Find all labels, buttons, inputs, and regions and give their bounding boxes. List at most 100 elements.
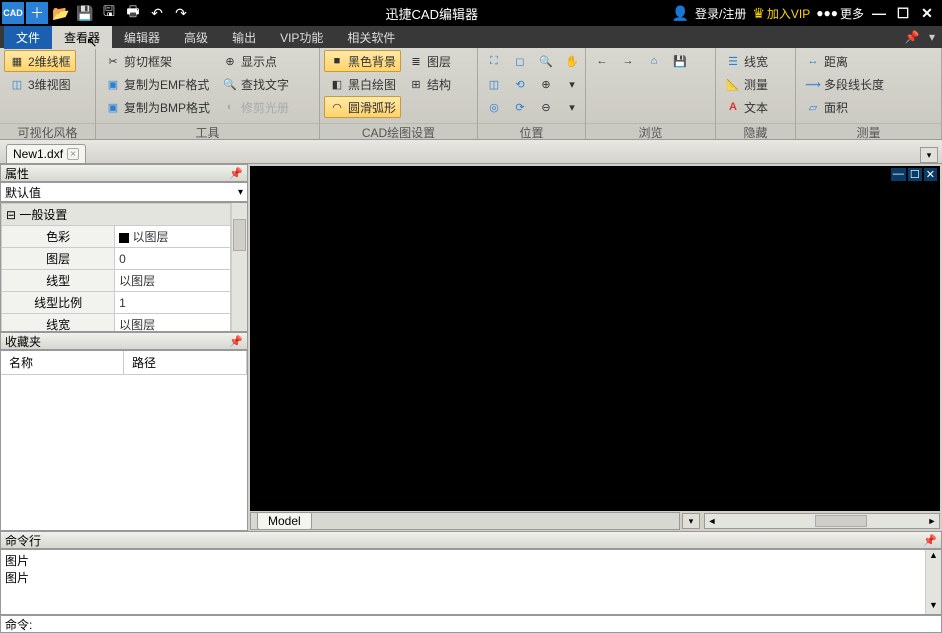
btn-pos-6[interactable]: ⟲: [508, 73, 532, 95]
prop-row[interactable]: 线型比例1: [2, 292, 231, 314]
scissors-icon: ✂: [105, 53, 121, 69]
model-dropdown[interactable]: ▾: [682, 513, 700, 529]
menu-bar: 文件 查看器↖ 编辑器 高级 输出 VIP功能 相关软件 📌 ▾: [0, 26, 942, 48]
emf-icon: ▣: [105, 76, 121, 92]
btn-2d-wire[interactable]: ▦2维线框: [4, 50, 76, 72]
pin-icon[interactable]: 📌: [923, 534, 937, 547]
menu-vip[interactable]: VIP功能: [268, 26, 335, 49]
distance-icon: ↔: [805, 53, 821, 69]
btn-pan[interactable]: ✋: [560, 50, 584, 72]
btn-3d-view[interactable]: ◫3维视图: [4, 73, 76, 95]
fav-col-name[interactable]: 名称: [1, 351, 124, 374]
btn-clip-frame[interactable]: ✂剪切框架: [100, 50, 215, 72]
menu-pin-icon[interactable]: 📌: [902, 27, 922, 47]
more-menu[interactable]: ●●● 更多: [816, 5, 864, 22]
print-icon[interactable]: 🖶: [122, 2, 144, 24]
maximize-button[interactable]: ☐: [894, 4, 912, 22]
menu-viewer[interactable]: 查看器↖: [52, 26, 112, 49]
btn-pos-5[interactable]: ◫: [482, 73, 506, 95]
btn-structure[interactable]: ⊞结构: [403, 73, 456, 95]
save-icon[interactable]: 💾: [74, 2, 96, 24]
menu-output[interactable]: 输出: [220, 26, 268, 49]
btn-polyline-len[interactable]: ⟿多段线长度: [800, 73, 889, 95]
btn-text[interactable]: A文本: [720, 96, 773, 118]
new-icon[interactable]: ＋: [26, 2, 48, 24]
fit-icon: ⛶: [487, 53, 501, 69]
btn-trim[interactable]: ◐修剪光册: [217, 96, 294, 118]
btn-measure[interactable]: 📐测量: [720, 73, 773, 95]
scroll-down-icon[interactable]: ▼: [926, 600, 941, 614]
btn-pos-dd2[interactable]: ▾: [560, 96, 584, 118]
nav-left[interactable]: ←: [590, 50, 614, 72]
scroll-right-icon[interactable]: ►: [925, 516, 939, 526]
saveall-icon[interactable]: 🖫: [98, 2, 120, 24]
prop-scrollbar[interactable]: [231, 203, 247, 331]
btn-pos-2[interactable]: ◻: [508, 50, 532, 72]
nav-save[interactable]: 💾: [668, 50, 692, 72]
cmd-line: 图片: [5, 569, 925, 586]
vip-link[interactable]: ♛加入VIP: [752, 5, 810, 22]
btn-pos-1[interactable]: ⛶: [482, 50, 506, 72]
fav-col-path[interactable]: 路径: [124, 351, 247, 374]
login-link[interactable]: 登录/注册: [695, 5, 746, 22]
btn-find-text[interactable]: 🔍查找文字: [217, 73, 294, 95]
minimize-button[interactable]: —: [870, 4, 888, 22]
canvas-min-icon[interactable]: —: [891, 168, 906, 181]
btn-smooth-arc[interactable]: ◠圆滑弧形: [324, 96, 401, 118]
btn-pos-3[interactable]: 🔍: [534, 50, 558, 72]
menu-advanced[interactable]: 高级: [172, 26, 220, 49]
menu-related[interactable]: 相关软件: [335, 26, 407, 49]
btn-copy-bmp[interactable]: ▣复制为BMP格式: [100, 96, 215, 118]
btn-pos-dd[interactable]: ▾: [560, 73, 584, 95]
btn-zoomout[interactable]: ⊖: [534, 96, 558, 118]
group-position: 位置: [478, 123, 585, 139]
btn-black-bg[interactable]: ■黑色背景: [324, 50, 401, 72]
scroll-thumb[interactable]: [233, 219, 246, 251]
btn-layer[interactable]: ≣图层: [403, 50, 456, 72]
cmd-scrollbar[interactable]: ▲ ▼: [925, 550, 941, 614]
btn-area[interactable]: ▱面积: [800, 96, 889, 118]
btn-pos-10[interactable]: ⟳: [508, 96, 532, 118]
prop-row[interactable]: 线型以图层: [2, 270, 231, 292]
default-combo[interactable]: 默认值 ▾: [0, 182, 248, 202]
btn-lineweight[interactable]: ☰线宽: [720, 50, 773, 72]
trim-icon: ◐: [222, 99, 238, 115]
pin-icon[interactable]: 📌: [229, 335, 243, 348]
prop-row[interactable]: 图层0: [2, 248, 231, 270]
open-icon[interactable]: 📂: [50, 2, 72, 24]
rotate-icon: ⟳: [513, 99, 527, 115]
btn-show-point[interactable]: ⊕显示点: [217, 50, 294, 72]
redo-icon[interactable]: ↷: [170, 2, 192, 24]
nav-right[interactable]: →: [616, 50, 640, 72]
menu-file[interactable]: 文件: [4, 26, 52, 49]
prop-section[interactable]: ⊟ 一般设置: [2, 204, 231, 226]
btn-pos-9[interactable]: ◎: [482, 96, 506, 118]
scroll-thumb[interactable]: [815, 515, 867, 527]
close-button[interactable]: ✕: [918, 4, 936, 22]
scroll-up-icon[interactable]: ▲: [926, 550, 941, 564]
nav-home[interactable]: ⌂: [642, 50, 666, 72]
user-icon[interactable]: 👤: [672, 5, 689, 22]
h-scrollbar[interactable]: ◄ ►: [704, 513, 940, 529]
tab-dropdown[interactable]: ▾: [920, 147, 938, 163]
btn-distance[interactable]: ↔距离: [800, 50, 889, 72]
canvas-close-icon[interactable]: ✕: [924, 168, 937, 181]
model-tab[interactable]: Model: [257, 513, 312, 530]
menu-help-icon[interactable]: ▾: [922, 27, 942, 47]
main-area: 属性 📌 默认值 ▾ ⊟ 一般设置 色彩 以图层 图层0 线型以图层 线型比例1…: [0, 164, 942, 531]
command-input[interactable]: 命令:: [0, 615, 942, 633]
undo-icon[interactable]: ↶: [146, 2, 168, 24]
canvas[interactable]: — ☐ ✕: [250, 166, 940, 511]
btn-zoomin[interactable]: ⊕: [534, 73, 558, 95]
prop-row[interactable]: 色彩 以图层: [2, 226, 231, 248]
btn-copy-emf[interactable]: ▣复制为EMF格式: [100, 73, 215, 95]
pin-icon[interactable]: 📌: [229, 167, 243, 180]
menu-editor[interactable]: 编辑器: [112, 26, 172, 49]
btn-bw-draw[interactable]: ◧黑白绘图: [324, 73, 401, 95]
scroll-left-icon[interactable]: ◄: [705, 516, 719, 526]
canvas-max-icon[interactable]: ☐: [908, 168, 922, 181]
prop-row[interactable]: 线宽以图层: [2, 314, 231, 333]
text-icon: A: [725, 99, 741, 115]
close-tab-icon[interactable]: ×: [67, 148, 79, 160]
file-tab[interactable]: New1.dxf ×: [6, 144, 86, 163]
